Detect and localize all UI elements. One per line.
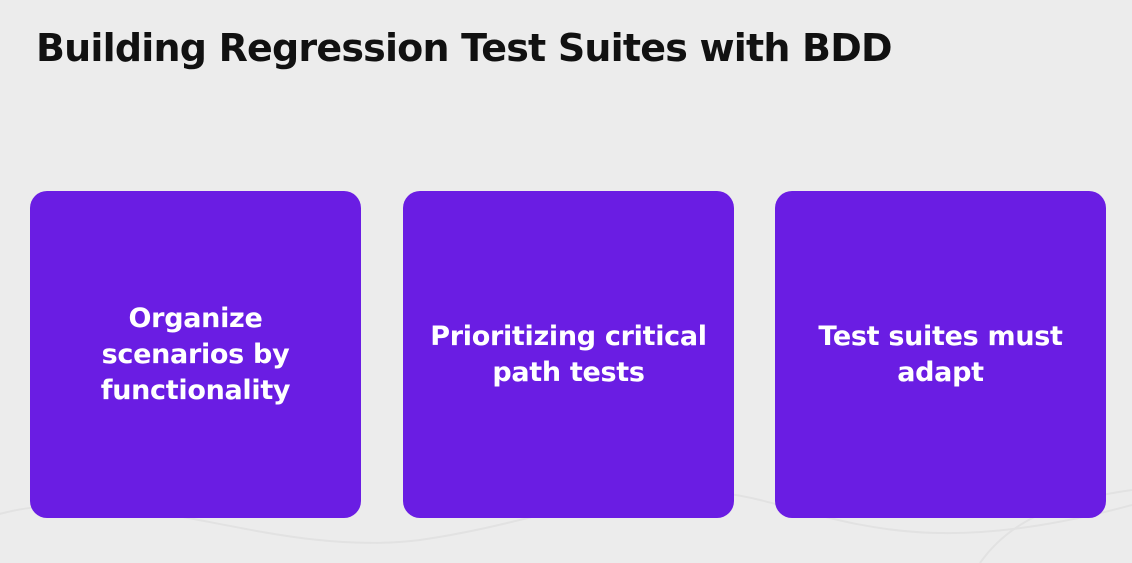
- slide-title: Building Regression Test Suites with BDD: [36, 26, 893, 70]
- card-label: Organize scenarios by functionality: [100, 302, 291, 406]
- card-label: Test suites must adapt: [818, 320, 1063, 388]
- card-label: Prioritizing critical path tests: [430, 320, 707, 388]
- card-prioritizing-tests: Prioritizing critical path tests: [403, 191, 734, 518]
- card-suites-adapt: Test suites must adapt: [775, 191, 1106, 518]
- card-organize-scenarios: Organize scenarios by functionality: [30, 191, 361, 518]
